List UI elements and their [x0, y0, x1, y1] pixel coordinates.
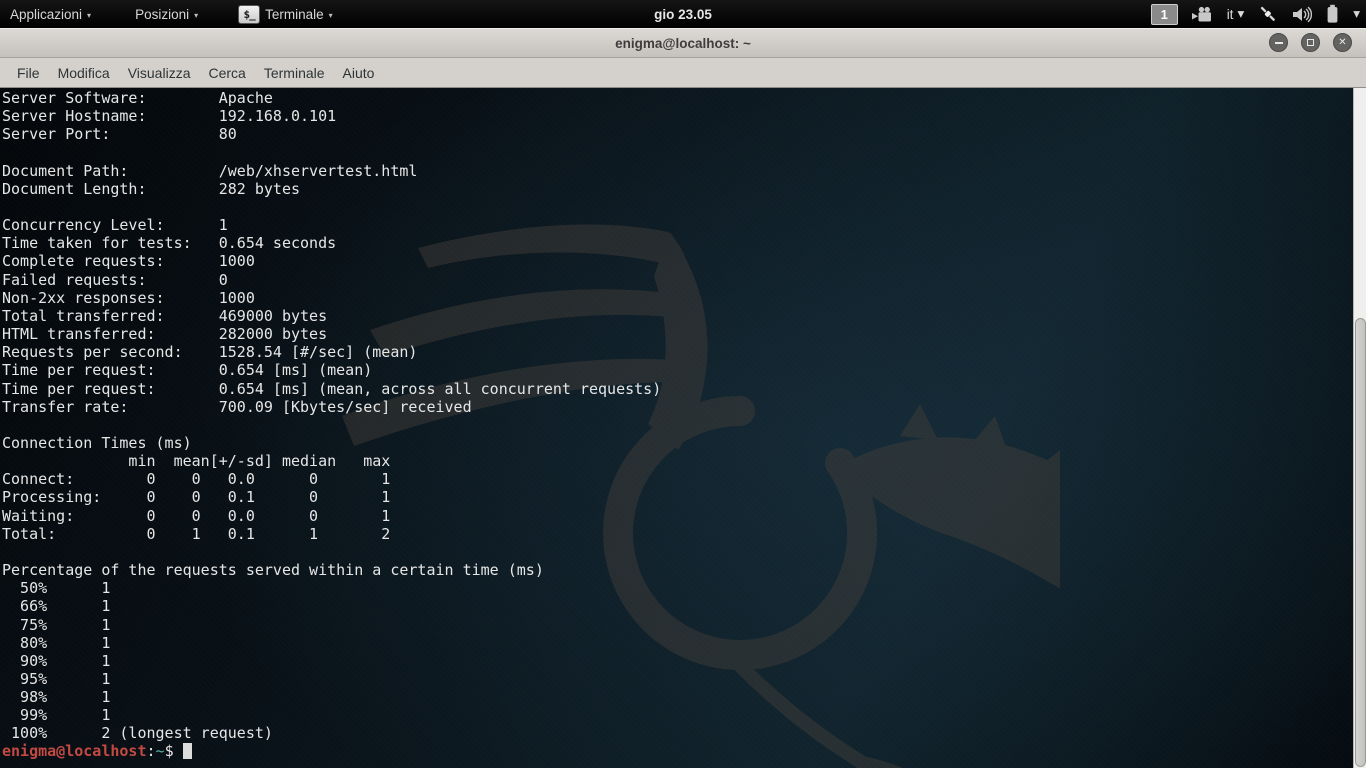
- chevron-down-icon: ▾: [87, 11, 91, 20]
- prompt-user-host: enigma@localhost: [2, 742, 147, 760]
- places-menu-label: Posizioni: [135, 7, 189, 22]
- terminal-prompt-line: enigma@localhost:~$: [2, 742, 192, 760]
- terminal-output: Server Software: Apache Server Hostname:…: [2, 89, 661, 743]
- panel-clock[interactable]: gio 23.05: [654, 7, 712, 22]
- applications-menu-label: Applicazioni: [10, 7, 82, 22]
- prompt-symbol: $: [165, 742, 174, 760]
- window-controls: ✕: [1269, 33, 1352, 52]
- workspace-indicator[interactable]: 1: [1151, 4, 1178, 25]
- minimize-button[interactable]: [1269, 33, 1288, 52]
- menu-terminal[interactable]: Terminale: [255, 65, 334, 81]
- window-titlebar[interactable]: enigma@localhost: ~ ✕: [0, 28, 1366, 58]
- menu-view[interactable]: Visualizza: [119, 65, 200, 81]
- chevron-down-icon[interactable]: ▾: [1353, 6, 1360, 22]
- menu-file[interactable]: File: [8, 65, 49, 81]
- active-app-menu[interactable]: $_ Terminale ▾: [228, 0, 343, 28]
- volume-icon[interactable]: [1292, 6, 1312, 23]
- system-tray: 1 it ▾: [1151, 0, 1360, 28]
- keyboard-layout-indicator[interactable]: it ▾: [1227, 6, 1245, 22]
- chevron-down-icon: ▾: [194, 11, 198, 20]
- window-title: enigma@localhost: ~: [615, 36, 751, 51]
- terminal-screen[interactable]: xtremehardware.com Server Software: Apac…: [0, 88, 1366, 768]
- top-panel: Applicazioni ▾ Posizioni ▾ $_ Terminale …: [0, 0, 1366, 28]
- terminal-cursor: [183, 743, 192, 759]
- menu-search[interactable]: Cerca: [199, 65, 254, 81]
- places-menu[interactable]: Posizioni ▾: [125, 0, 208, 28]
- maximize-button[interactable]: [1301, 33, 1320, 52]
- menu-help[interactable]: Aiuto: [334, 65, 384, 81]
- network-connector-icon[interactable]: [1258, 4, 1278, 24]
- menu-edit[interactable]: Modifica: [49, 65, 119, 81]
- chevron-down-icon: ▾: [329, 11, 333, 20]
- terminal-scrollbar[interactable]: [1353, 88, 1366, 768]
- terminal-app-icon: $_: [238, 5, 260, 24]
- minimize-icon: [1275, 42, 1283, 44]
- close-button[interactable]: ✕: [1333, 33, 1352, 52]
- close-icon: ✕: [1338, 38, 1346, 48]
- screen-recorder-icon[interactable]: [1192, 6, 1213, 23]
- applications-menu[interactable]: Applicazioni ▾: [0, 0, 101, 28]
- chevron-down-icon: ▾: [1237, 6, 1244, 22]
- maximize-icon: [1307, 39, 1314, 46]
- scrollbar-thumb[interactable]: [1355, 318, 1366, 767]
- keyboard-layout-label: it: [1227, 7, 1234, 22]
- battery-icon[interactable]: [1326, 4, 1339, 24]
- prompt-path: ~: [156, 742, 165, 760]
- active-app-label: Terminale: [265, 7, 324, 22]
- prompt-separator: :: [147, 742, 156, 760]
- terminal-menubar: File Modifica Visualizza Cerca Terminale…: [0, 58, 1366, 88]
